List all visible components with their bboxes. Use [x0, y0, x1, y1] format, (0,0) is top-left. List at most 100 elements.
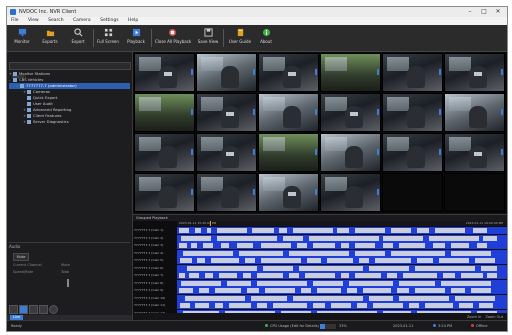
recorded-segment[interactable]: [479, 303, 493, 308]
zoom-in-button[interactable]: Zoom In: [467, 315, 481, 319]
empty-camera-tile[interactable]: [382, 173, 443, 212]
recorded-segment[interactable]: [383, 235, 423, 241]
recorded-segment[interactable]: [251, 295, 287, 301]
recorded-segment[interactable]: [179, 273, 185, 278]
recorded-segment[interactable]: [307, 258, 321, 263]
recorded-segment[interactable]: [415, 265, 475, 271]
recorded-segment[interactable]: [211, 258, 239, 263]
recorded-segment[interactable]: [477, 243, 487, 248]
about-button[interactable]: About: [253, 27, 279, 49]
recorded-segment[interactable]: [179, 243, 187, 248]
recorded-segment[interactable]: [297, 243, 307, 248]
recorded-segment[interactable]: [461, 273, 483, 278]
recorded-segment[interactable]: [215, 303, 223, 308]
menu-camera[interactable]: Camera: [69, 17, 95, 25]
recording-track[interactable]: [177, 242, 507, 249]
recorded-segment[interactable]: [475, 258, 495, 263]
recorded-segment[interactable]: [219, 273, 237, 278]
recorded-segment[interactable]: [443, 273, 455, 278]
recorded-segment[interactable]: [179, 228, 189, 233]
recorded-segment[interactable]: [331, 303, 351, 308]
recording-track[interactable]: [177, 302, 507, 309]
recorded-segment[interactable]: [299, 265, 363, 271]
recorded-segment[interactable]: [229, 303, 251, 308]
recorded-segment[interactable]: [293, 228, 333, 233]
recorded-segment[interactable]: [265, 288, 295, 293]
close-all-playback-button[interactable]: Close All Playback: [155, 27, 191, 49]
recording-track[interactable]: [177, 234, 507, 242]
camera-tile[interactable]: [382, 53, 443, 92]
recorded-segment[interactable]: [429, 235, 479, 241]
recorded-segment[interactable]: [313, 280, 343, 286]
recorded-segment[interactable]: [403, 273, 437, 278]
timeline-row[interactable]: 7777777-7 (Cam 11): [133, 302, 507, 309]
recorded-segment[interactable]: [217, 235, 277, 241]
close-icon[interactable]: ✕: [491, 7, 505, 17]
camera-tile[interactable]: [196, 93, 257, 132]
camera-tile[interactable]: [134, 133, 195, 172]
recorded-segment[interactable]: [195, 303, 209, 308]
recorded-segment[interactable]: [181, 280, 221, 286]
camera-tile[interactable]: [196, 133, 257, 172]
recorded-segment[interactable]: [337, 228, 349, 233]
maximize-icon[interactable]: □: [477, 7, 491, 17]
recorded-segment[interactable]: [263, 265, 293, 271]
recorded-segment[interactable]: [433, 243, 445, 248]
recorded-segment[interactable]: [197, 258, 205, 263]
recorded-segment[interactable]: [301, 288, 311, 293]
recorded-segment[interactable]: [221, 243, 229, 248]
recorded-segment[interactable]: [355, 243, 375, 248]
recorded-segment[interactable]: [181, 235, 211, 241]
recording-track[interactable]: [177, 257, 507, 264]
recorded-segment[interactable]: [369, 265, 409, 271]
recorded-segment[interactable]: [355, 273, 381, 278]
menu-view[interactable]: View: [24, 17, 43, 25]
minimize-icon[interactable]: –: [463, 7, 477, 17]
recording-track[interactable]: [177, 249, 507, 257]
recorded-segment[interactable]: [387, 273, 397, 278]
save-view-button[interactable]: Save View: [195, 27, 221, 49]
recorded-segment[interactable]: [239, 250, 283, 256]
zoom-out-button[interactable]: Zoom Out: [485, 315, 503, 319]
camera-tile[interactable]: [444, 93, 505, 132]
exports-button[interactable]: Exports: [37, 27, 63, 49]
recorded-segment[interactable]: [261, 258, 301, 263]
timeline-row[interactable]: 7777777-7 (Cam 2): [133, 234, 507, 242]
recorded-segment[interactable]: [293, 295, 363, 301]
recorded-segment[interactable]: [191, 243, 197, 248]
recorded-segment[interactable]: [180, 258, 192, 263]
recorded-segment[interactable]: [451, 288, 465, 293]
camera-tile[interactable]: [320, 53, 381, 92]
layout-3x3-button[interactable]: [29, 305, 38, 314]
recorded-segment[interactable]: [399, 280, 435, 286]
cpu-usage-label[interactable]: CPU Usage (Edit for Details): [265, 321, 319, 331]
layout-1x1-button[interactable]: [9, 305, 18, 314]
camera-tile[interactable]: [444, 53, 505, 92]
camera-tile[interactable]: [382, 133, 443, 172]
recorded-segment[interactable]: [243, 273, 251, 278]
recorded-segment[interactable]: [247, 288, 259, 293]
recorded-segment[interactable]: [183, 250, 233, 256]
recorded-segment[interactable]: [313, 303, 325, 308]
camera-tile[interactable]: [134, 173, 195, 212]
timeline-row[interactable]: 7777777-7 (Cam 8): [133, 279, 507, 287]
monitor-button[interactable]: Monitor: [9, 27, 35, 49]
recorded-segment[interactable]: [417, 258, 433, 263]
timeline-row[interactable]: 7777777-7 (Cam 4): [133, 249, 507, 257]
recorded-segment[interactable]: [391, 250, 445, 256]
recorded-segment[interactable]: [355, 250, 385, 256]
camera-tile[interactable]: [382, 93, 443, 132]
recorded-segment[interactable]: [257, 280, 307, 286]
camera-tile[interactable]: [134, 53, 195, 92]
recorded-segment[interactable]: [417, 228, 429, 233]
recorded-segment[interactable]: [180, 303, 190, 308]
recorded-segment[interactable]: [455, 295, 495, 301]
camera-tile[interactable]: [320, 93, 381, 132]
recording-track[interactable]: [177, 287, 507, 294]
timeline-row[interactable]: 7777777-7 (Cam 5): [133, 257, 507, 264]
recorded-segment[interactable]: [341, 273, 349, 278]
timeline-row[interactable]: 7777777-7 (Cam 10): [133, 294, 507, 302]
recorded-segment[interactable]: [317, 288, 341, 293]
recorded-segment[interactable]: [203, 243, 213, 248]
tree-item[interactable]: + Server Diagnostics: [9, 119, 130, 125]
